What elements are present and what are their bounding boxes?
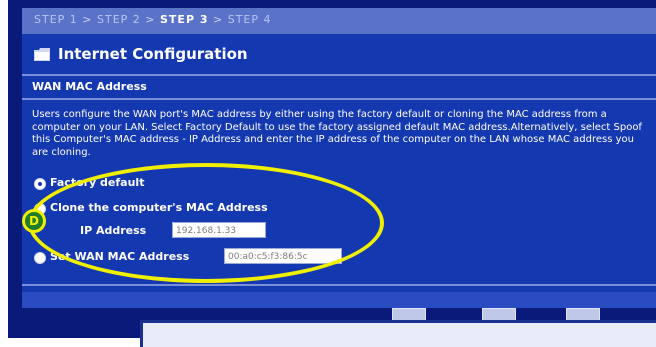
divider — [22, 74, 656, 76]
set-wan-mac-radio[interactable] — [34, 252, 46, 264]
step-3-current: STEP 3 — [160, 13, 209, 26]
factory-default-radio[interactable] — [34, 178, 46, 190]
divider — [22, 98, 656, 100]
step-separator: > — [145, 13, 156, 26]
divider — [22, 284, 656, 286]
section-title: WAN MAC Address — [32, 80, 147, 93]
folder-icon — [34, 48, 50, 61]
step-2: STEP 2 — [97, 13, 141, 26]
wizard-steps-bar: STEP 1 > STEP 2 > STEP 3 > STEP 4 — [22, 8, 656, 34]
overlapping-window — [140, 320, 656, 347]
section-description: Users configure the WAN port's MAC addre… — [32, 109, 642, 158]
page-title: Internet Configuration — [58, 45, 248, 63]
page-title-bar: Internet Configuration — [22, 42, 656, 70]
wizard-steps: STEP 1 > STEP 2 > STEP 3 > STEP 4 — [34, 13, 272, 26]
step-4: STEP 4 — [227, 13, 272, 26]
step-1: STEP 1 — [34, 13, 78, 26]
annotation-marker-label: D — [25, 212, 43, 230]
step-separator: > — [82, 13, 93, 26]
annotation-marker: D — [22, 209, 46, 233]
step-separator: > — [213, 13, 224, 26]
highlight-ellipse — [28, 163, 384, 283]
bottom-band — [22, 292, 656, 308]
